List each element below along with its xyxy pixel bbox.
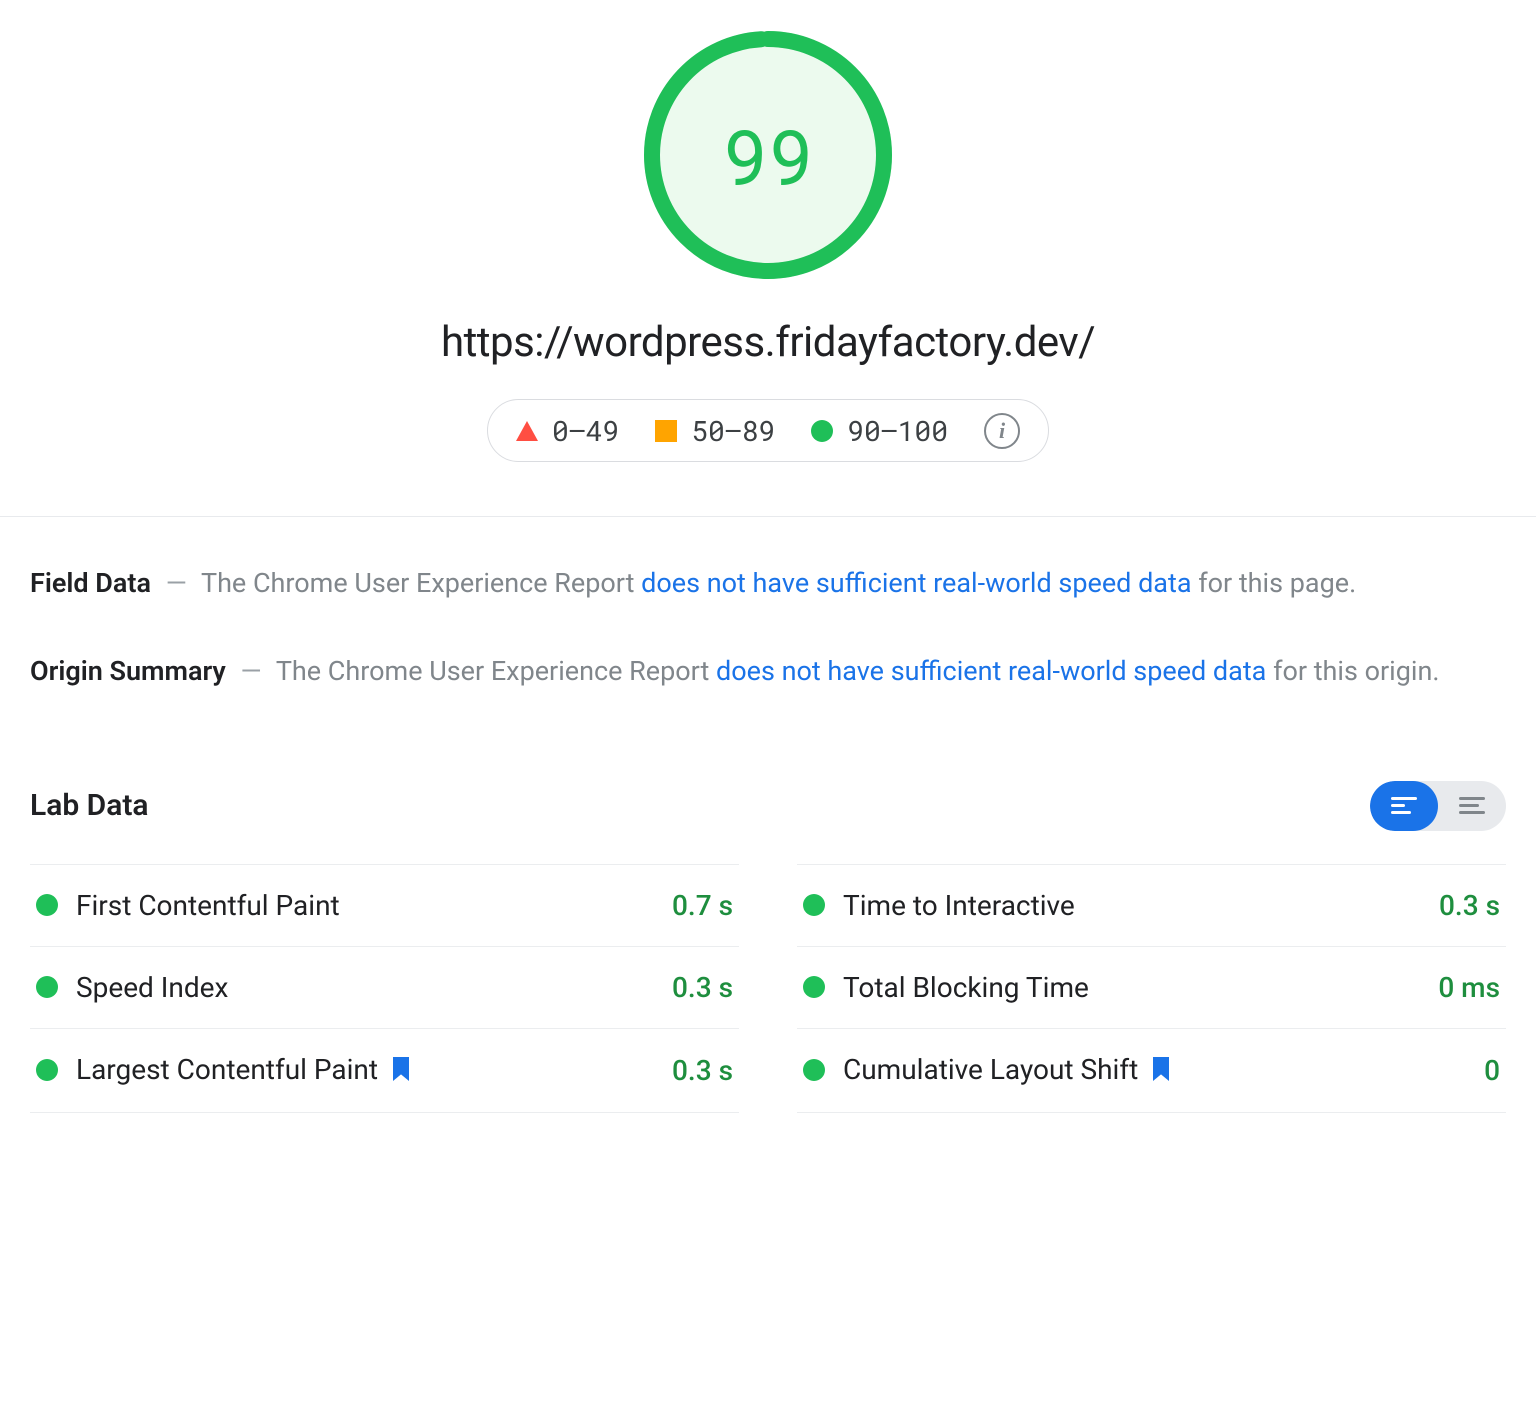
field-data-title: Field Data [30,567,151,599]
field-data-post: for this page. [1192,567,1357,599]
view-toggle-expanded[interactable] [1370,781,1438,831]
metric-label: Speed Index [76,971,228,1004]
legend-good-range: 90–100 [847,412,948,449]
lab-data-header: Lab Data [0,703,1536,831]
view-toggle-collapsed[interactable] [1438,781,1506,831]
metric-value: 0.3 s [672,1054,733,1087]
origin-summary-post: for this origin. [1266,655,1439,687]
view-toggle [1370,781,1506,831]
field-data-pre: The Chrome User Experience Report [201,567,641,599]
field-data-link[interactable]: does not have sufficient real-world spee… [641,567,1191,599]
status-dot-icon [36,894,58,916]
metric-total-blocking-time[interactable]: Total Blocking Time 0 ms [797,946,1506,1029]
bookmark-icon [1151,1055,1171,1088]
status-dot-icon [36,1059,58,1081]
metric-value: 0 [1484,1054,1500,1087]
legend-average: 50–89 [655,412,775,449]
metric-label: Total Blocking Time [843,971,1089,1004]
metric-first-contentful-paint[interactable]: First Contentful Paint 0.7 s [30,864,739,947]
bookmark-icon [391,1055,411,1088]
metric-value: 0 ms [1438,971,1500,1004]
status-dot-icon [803,894,825,916]
metric-largest-contentful-paint[interactable]: Largest Contentful Paint 0.3 s [30,1028,739,1113]
origin-summary-title: Origin Summary [30,655,226,687]
lab-data-metrics: First Contentful Paint 0.7 s Time to Int… [0,831,1536,1123]
metric-speed-index[interactable]: Speed Index 0.3 s [30,946,739,1029]
dash-separator: — [241,655,262,687]
metric-value: 0.7 s [672,889,733,922]
status-dot-icon [803,1059,825,1081]
circle-icon [811,420,833,442]
status-dot-icon [36,976,58,998]
metric-time-to-interactive[interactable]: Time to Interactive 0.3 s [797,864,1506,947]
legend-good: 90–100 [811,412,948,449]
metric-label: Time to Interactive [843,889,1075,922]
metric-cumulative-layout-shift[interactable]: Cumulative Layout Shift 0 [797,1028,1506,1113]
toggle-expanded-icon [1391,797,1417,814]
legend-avg-range: 50–89 [691,412,775,449]
metric-label: Largest Contentful Paint [76,1053,411,1088]
info-icon[interactable]: i [984,413,1020,449]
dash-separator: — [166,567,187,599]
legend-poor: 0–49 [516,412,619,449]
metric-value: 0.3 s [1439,889,1500,922]
score-value: 99 [643,30,893,280]
score-gauge: 99 [643,30,893,280]
origin-summary-pre: The Chrome User Experience Report [276,655,716,687]
lab-data-title: Lab Data [30,788,149,823]
metric-label: Cumulative Layout Shift [843,1053,1171,1088]
field-data-section: Field Data — The Chrome User Experience … [0,517,1536,615]
score-legend: 0–49 50–89 90–100 i [487,399,1049,462]
metric-label: First Contentful Paint [76,889,340,922]
triangle-icon [516,421,538,441]
status-dot-icon [803,976,825,998]
origin-summary-link[interactable]: does not have sufficient real-world spee… [716,655,1266,687]
origin-summary-section: Origin Summary — The Chrome User Experie… [0,615,1536,703]
legend-poor-range: 0–49 [552,412,619,449]
tested-url: https://wordpress.fridayfactory.dev/ [441,318,1095,367]
metric-value: 0.3 s [672,971,733,1004]
score-area: 99 https://wordpress.fridayfactory.dev/ … [0,0,1536,502]
square-icon [655,420,677,442]
toggle-collapsed-icon [1459,797,1485,814]
